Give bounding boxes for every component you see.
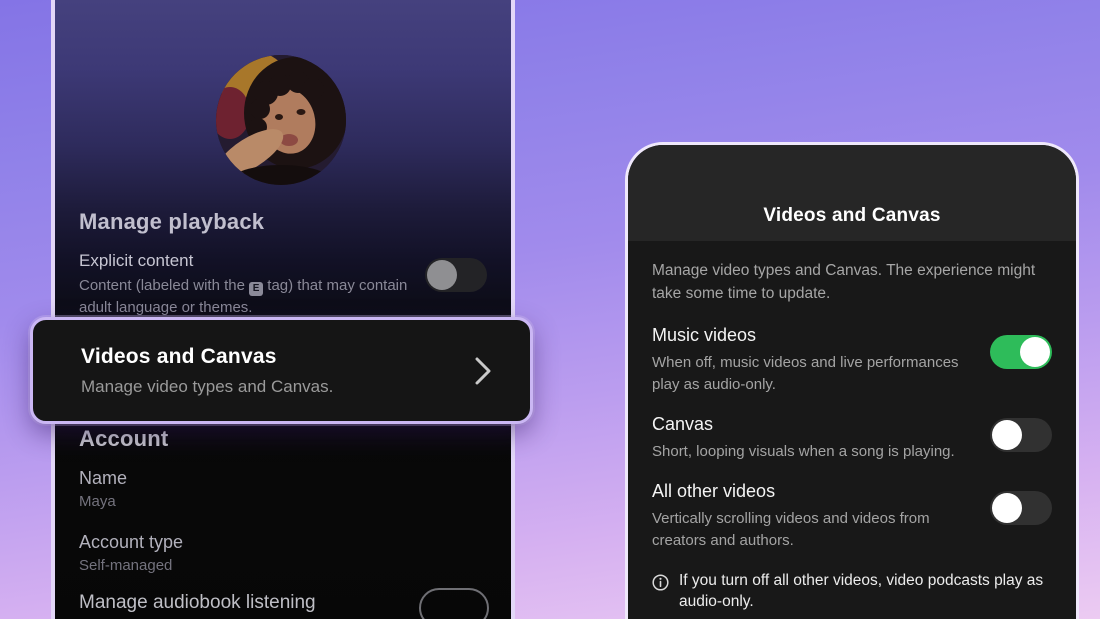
music-videos-description: When off, music videos and live performa… (652, 354, 959, 393)
explicit-content-toggle[interactable] (425, 258, 487, 292)
account-type-label[interactable]: Account type (79, 532, 183, 553)
name-label[interactable]: Name (79, 468, 127, 489)
music-videos-row: Music videos When off, music videos and … (652, 325, 1052, 396)
canvas-label: Canvas (652, 414, 714, 434)
music-videos-toggle[interactable] (990, 335, 1052, 369)
all-other-videos-description: Vertically scrolling videos and videos f… (652, 510, 930, 549)
account-heading: Account (79, 426, 169, 451)
info-note-text: If you turn off all other videos, video … (679, 572, 1044, 610)
music-videos-label: Music videos (652, 325, 757, 345)
card-subtitle: Manage video types and Canvas. (81, 376, 334, 396)
profile-avatar[interactable] (216, 55, 346, 185)
settings-screen-left-phone: Manage playback Explicit content Content… (51, 0, 515, 619)
manage-playback-heading: Manage playback (79, 209, 265, 234)
screen-description: Manage video types and Canvas. The exper… (652, 262, 1036, 302)
toggle-knob (992, 493, 1022, 523)
toggle-knob (992, 420, 1022, 450)
card-title: Videos and Canvas (81, 344, 277, 368)
name-value: Maya (79, 493, 116, 510)
toggle-knob (427, 260, 457, 290)
explicit-tag-icon: E (249, 282, 264, 296)
canvas-row: Canvas Short, looping visuals when a son… (652, 414, 1052, 463)
screen-header: Videos and Canvas (628, 145, 1076, 241)
canvas-toggle[interactable] (990, 418, 1052, 452)
videos-and-canvas-menu-item[interactable]: Videos and Canvas Manage video types and… (30, 317, 533, 424)
screen-title: Videos and Canvas (763, 205, 941, 226)
chevron-right-icon (475, 357, 491, 384)
info-note: If you turn off all other videos, video … (652, 570, 1052, 612)
explicit-content-description: Content (labeled with the E tag) that ma… (79, 275, 429, 319)
all-other-videos-toggle[interactable] (990, 491, 1052, 525)
manage-audiobook-listening-label[interactable]: Manage audiobook listening (79, 592, 316, 614)
videos-and-canvas-screen-right-phone: Videos and Canvas Manage video types and… (625, 142, 1079, 619)
explicit-desc-text: Content (labeled with the (79, 277, 250, 294)
promo-background: Manage playback Explicit content Content… (0, 0, 1100, 619)
canvas-description: Short, looping visuals when a song is pl… (652, 443, 955, 460)
explicit-content-label: Explicit content (79, 251, 194, 270)
all-other-videos-row: All other videos Vertically scrolling vi… (652, 481, 1052, 552)
info-icon (652, 574, 669, 591)
all-other-videos-label: All other videos (652, 481, 776, 501)
toggle-knob (1020, 337, 1050, 367)
account-type-value: Self-managed (79, 557, 173, 574)
audiobook-toggle[interactable] (419, 588, 489, 619)
